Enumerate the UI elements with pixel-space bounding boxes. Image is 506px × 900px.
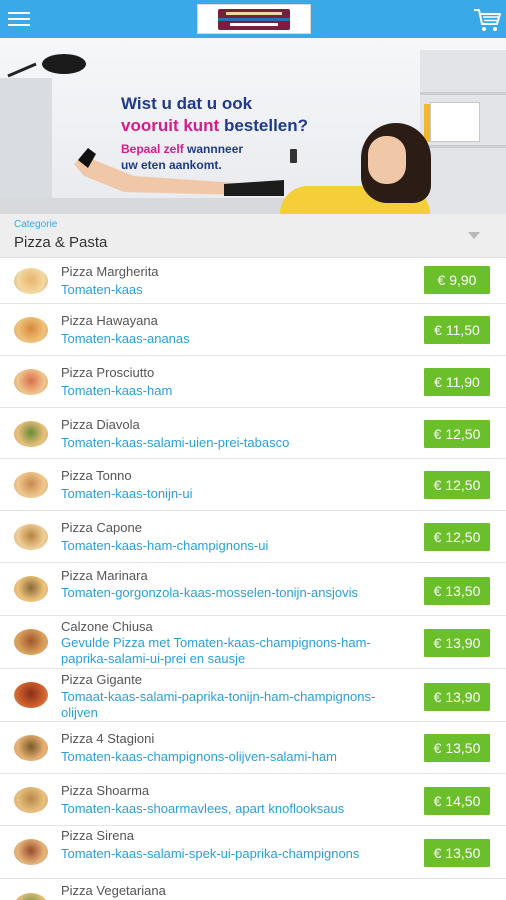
- pizza-thumbnail-icon: [14, 472, 48, 498]
- monitor-illustration: [0, 78, 52, 210]
- banner-headline: Wist u dat u ook: [121, 94, 253, 113]
- price-button[interactable]: € 9,90: [424, 266, 490, 294]
- menu-item-description: Tomaten-kaas-ham: [61, 383, 173, 398]
- banner-headline-2: vooruit kunt bestellen?: [121, 116, 309, 135]
- menu-item-description: Tomaten-kaas-ham-champignons-ui: [61, 538, 269, 553]
- menu-item-row[interactable]: Pizza Gigante Tomaat-kaas-salami-paprika-…: [0, 669, 506, 722]
- menu-item-description: Tomaten-kaas-salami-uien-prei-tabasco: [61, 435, 290, 450]
- menu-item-row[interactable]: Pizza Hawayana Tomaten-kaas-ananas € 11,50: [0, 304, 506, 356]
- menu-item-row[interactable]: Pizza Sirena Tomaten-kaas-salami-spek-ui-…: [0, 826, 506, 879]
- price-button[interactable]: € 11,90: [424, 368, 490, 396]
- menu-item-name: Pizza Vegetariana: [61, 883, 166, 898]
- restaurant-logo[interactable]: [197, 4, 311, 34]
- menu-item-row[interactable]: Calzone Chiusa Gevulde Pizza met Tomaten-…: [0, 616, 506, 669]
- menu-item-row[interactable]: Pizza 4 Stagioni Tomaten-kaas-champignons…: [0, 722, 506, 774]
- menu-item-name: Pizza Prosciutto: [61, 365, 155, 380]
- phone-illustration: [290, 149, 297, 163]
- price-button[interactable]: € 11,50: [424, 316, 490, 344]
- menu-item-description: Tomaten-kaas-champignons-olijven-salami-…: [61, 749, 338, 764]
- menu-item-name: Pizza 4 Stagioni: [61, 731, 155, 746]
- category-select[interactable]: Categorie Pizza & Pasta: [0, 214, 506, 258]
- pizza-thumbnail-icon: [14, 787, 48, 813]
- hamburger-menu-icon[interactable]: [8, 10, 30, 28]
- price-button[interactable]: € 14,50: [424, 787, 490, 815]
- menu-item-name: Pizza Margherita: [61, 264, 159, 279]
- price-button[interactable]: € 13,90: [424, 629, 490, 657]
- promo-banner[interactable]: Wist u dat u ook vooruit kunt bestellen?…: [0, 38, 506, 214]
- desk-lamp-illustration: [7, 54, 86, 78]
- menu-item-row[interactable]: Pizza Shoarma Tomaten-kaas-shoarmavlees, …: [0, 774, 506, 826]
- menu-item-row[interactable]: Pizza Diavola Tomaten-kaas-salami-uien-pr…: [0, 408, 506, 459]
- banner-subline: Bepaal zelf wannneer: [121, 142, 244, 156]
- pizza-thumbnail-icon: [14, 317, 48, 343]
- menu-item-description: Tomaten-kaas-tonijn-ui: [61, 486, 193, 501]
- banner-subline-2: uw eten aankomt.: [121, 158, 222, 172]
- menu-item-description: Tomaten-kaas-shoarmavlees, apart knofloo…: [61, 801, 345, 816]
- pizza-thumbnail-icon: [14, 421, 48, 447]
- menu-item-row[interactable]: Pizza Prosciutto Tomaten-kaas-ham € 11,90: [0, 356, 506, 408]
- menu-item-row[interactable]: Pizza Capone Tomaten-kaas-ham-champignons…: [0, 511, 506, 563]
- menu-item-name: Pizza Marinara: [61, 568, 148, 583]
- pizza-thumbnail-icon: [14, 735, 48, 761]
- menu-item-name: Calzone Chiusa: [61, 619, 153, 634]
- pizza-thumbnail-icon: [14, 268, 48, 294]
- price-button[interactable]: € 13,50: [424, 734, 490, 762]
- pizza-thumbnail-icon: [14, 524, 48, 550]
- shelf-illustration: [420, 50, 506, 214]
- price-button[interactable]: € 13,50: [424, 839, 490, 867]
- menu-item-row[interactable]: Pizza Marinara Tomaten-gorgonzola-kaas-mo…: [0, 563, 506, 616]
- pizza-thumbnail-icon: [14, 369, 48, 395]
- menu-item-name: Pizza Shoarma: [61, 783, 150, 798]
- menu-item-name: Pizza Hawayana: [61, 313, 158, 328]
- menu-item-name: Pizza Tonno: [61, 468, 132, 483]
- menu-item-description: Tomaten-kaas-ananas: [61, 331, 190, 346]
- category-label: Categorie: [14, 219, 58, 230]
- menu-item-name: Pizza Diavola: [61, 417, 140, 432]
- menu-item-description: Tomaten-gorgonzola-kaas-mosselen-tonijn-…: [61, 585, 358, 600]
- shopping-cart-icon[interactable]: [473, 7, 501, 33]
- menu-item-description: Tomaten-kaas: [61, 282, 143, 297]
- pizza-thumbnail-icon: [14, 839, 48, 865]
- menu-item-row[interactable]: Pizza Tonno Tomaten-kaas-tonijn-ui € 12,50: [0, 459, 506, 511]
- menu-item-name: Pizza Sirena: [61, 828, 134, 843]
- top-app-bar: [0, 0, 506, 38]
- menu-item-name: Pizza Capone: [61, 520, 142, 535]
- pizza-thumbnail-icon: [14, 893, 48, 900]
- pizza-thumbnail-icon: [14, 576, 48, 602]
- category-value: Pizza & Pasta: [14, 234, 108, 251]
- menu-item-description: Gevulde Pizza met Tomaten-kaas-champigno…: [61, 635, 371, 666]
- dropdown-arrow-icon[interactable]: [468, 232, 480, 239]
- price-button[interactable]: € 12,50: [424, 420, 490, 448]
- price-button[interactable]: € 12,50: [424, 471, 490, 499]
- price-button[interactable]: € 12,50: [424, 523, 490, 551]
- menu-item-description: Tomaat-kaas-salami-paprika-tonijn-ham-ch…: [61, 689, 376, 720]
- price-button[interactable]: € 13,50: [424, 577, 490, 605]
- menu-item-name: Pizza Gigante: [61, 672, 142, 687]
- menu-item-row[interactable]: Pizza Vegetariana: [0, 879, 506, 900]
- pizza-thumbnail-icon: [14, 629, 48, 655]
- pizza-thumbnail-icon: [14, 682, 48, 708]
- menu-item-description: Tomaten-kaas-salami-spek-ui-paprika-cham…: [61, 846, 360, 861]
- menu-item-row[interactable]: Pizza Margherita Tomaten-kaas € 9,90: [0, 258, 506, 304]
- price-button[interactable]: € 13,90: [424, 683, 490, 711]
